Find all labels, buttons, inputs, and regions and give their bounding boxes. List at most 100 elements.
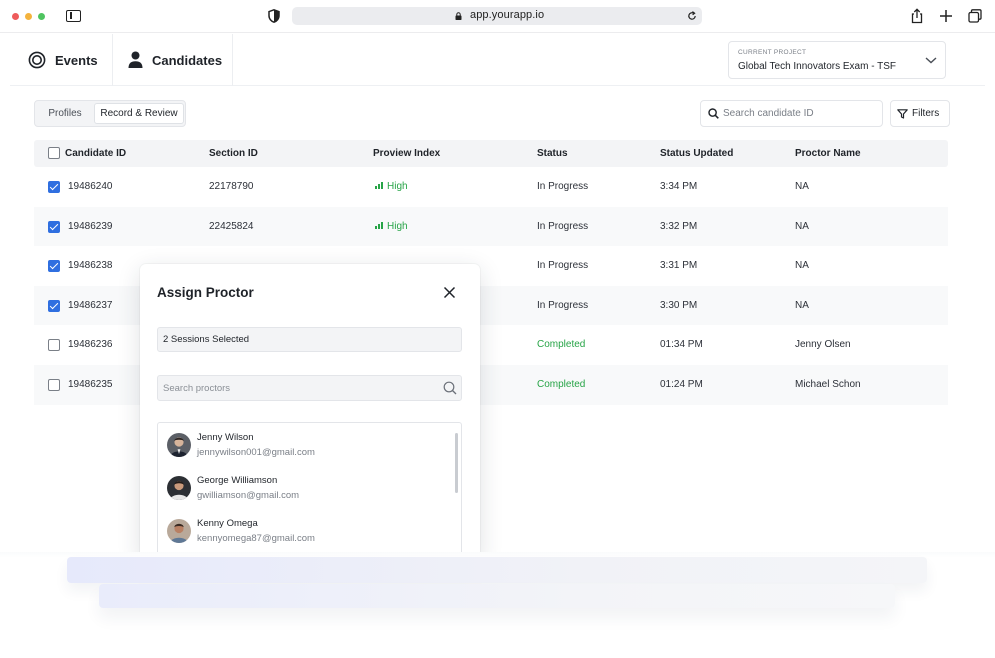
candidate-id: 19486239 [68, 220, 113, 232]
table-row[interactable]: 19486240 22178790 High In Progress 3:34 … [34, 167, 948, 207]
proctor-item[interactable]: George Williamson gwilliamson@gmail.com [158, 472, 453, 514]
proctor-name: Jenny Wilson [197, 432, 254, 443]
proctor-search [157, 375, 462, 401]
tab-events-label: Events [55, 52, 98, 68]
project-value: Global Tech Innovators Exam - TSF [738, 61, 897, 72]
stacked-card-shadow [67, 557, 927, 583]
candidate-id: 19486237 [68, 299, 113, 311]
section-id: 22178790 [209, 181, 254, 192]
status-text: In Progress [537, 299, 589, 311]
proctor-name: Kenny Omega [197, 518, 258, 529]
signal-bars-icon [375, 221, 383, 229]
status-updated: 3:34 PM [660, 181, 698, 192]
new-tab-icon[interactable] [938, 8, 954, 24]
proctor-list: Jenny Wilson jennywilson001@gmail.com Ge… [157, 422, 462, 560]
tab-candidates[interactable]: Candidates [128, 34, 222, 86]
candidate-search [700, 100, 883, 127]
candidate-id: 19486238 [68, 260, 113, 272]
view-switcher: Profiles Record & Review [34, 100, 186, 127]
shield-icon[interactable] [268, 9, 280, 23]
tab-events[interactable]: Events [28, 34, 98, 86]
assign-proctor-dialog: Assign Proctor 2 Sessions Selected Jenny… [140, 264, 480, 560]
person-icon [128, 51, 143, 68]
proctor-item[interactable]: Jenny Wilson jennywilson001@gmail.com [158, 429, 453, 471]
address-bar[interactable]: app.yourapp.io [292, 7, 702, 25]
avatar-icon [167, 476, 191, 500]
segment-record-review[interactable]: Record & Review [94, 103, 184, 124]
proctor-name: Michael Schon [795, 379, 861, 390]
status-updated: 01:24 PM [660, 379, 703, 390]
signal-bars-icon [375, 182, 383, 189]
proview-index-label: High [387, 181, 408, 192]
proctor-search-input[interactable] [163, 379, 433, 397]
section-id: 22425824 [209, 220, 254, 232]
candidate-id: 19486236 [68, 339, 113, 351]
status-text: In Progress [537, 181, 589, 192]
proctor-name: Jenny Olsen [795, 339, 851, 351]
minimize-window-button[interactable] [25, 13, 32, 20]
filter-icon [897, 109, 908, 119]
share-icon[interactable] [909, 8, 925, 24]
search-icon [708, 108, 719, 119]
filters-label: Filters [912, 108, 940, 119]
project-select[interactable]: CURRENT PROJECT Global Tech Innovators E… [728, 41, 946, 79]
tab-overview-icon[interactable] [967, 8, 983, 24]
segment-profiles[interactable]: Profiles [37, 103, 93, 124]
status-text: Completed [537, 339, 586, 351]
target-icon [28, 51, 46, 69]
column-header: Status Updated [660, 148, 734, 159]
url-text: app.yourapp.io [470, 9, 545, 21]
proctor-email: kennyomega87@gmail.com [197, 533, 315, 544]
status-text: Completed [537, 379, 586, 390]
filters-button[interactable]: Filters [890, 100, 950, 127]
close-icon[interactable] [443, 286, 456, 299]
status-updated: 01:34 PM [660, 339, 703, 351]
stacked-card-shadow [99, 584, 895, 608]
status-updated: 3:32 PM [660, 220, 698, 232]
row-checkbox[interactable] [48, 379, 60, 391]
proctor-email: jennywilson001@gmail.com [197, 447, 315, 458]
row-checkbox[interactable] [48, 220, 60, 233]
avatar-icon [167, 433, 191, 457]
column-header: Candidate ID [65, 148, 127, 159]
tab-divider [232, 34, 233, 86]
row-checkbox[interactable] [48, 339, 60, 352]
close-window-button[interactable] [12, 13, 19, 20]
search-icon [443, 381, 457, 395]
proctor-name: George Williamson [197, 475, 278, 486]
proctor-item[interactable]: Kenny Omega kennyomega87@gmail.com [158, 515, 453, 557]
zoom-window-button[interactable] [38, 13, 45, 20]
list-scrollbar[interactable] [455, 433, 458, 493]
reload-icon[interactable] [687, 11, 697, 21]
app-header: Events Candidates CURRENT PROJECT Global… [10, 34, 985, 86]
sidebar-toggle-icon[interactable] [66, 10, 81, 22]
proview-index: High [375, 221, 408, 232]
dialog-title: Assign Proctor [157, 285, 254, 300]
column-header: Proview Index [373, 148, 441, 159]
select-all-checkbox[interactable] [48, 147, 60, 159]
row-checkbox[interactable] [48, 260, 60, 273]
proctor-email: gwilliamson@gmail.com [197, 490, 300, 501]
proview-index-label: High [387, 220, 408, 232]
tab-candidates-label: Candidates [152, 52, 223, 68]
chevron-down-icon [925, 57, 937, 64]
proview-index: High [375, 181, 408, 192]
status-updated: 3:30 PM [660, 299, 698, 311]
proctor-name: NA [795, 220, 809, 232]
table-row[interactable]: 19486239 22425824 High In Progress 3:32 … [34, 206, 948, 247]
proctor-name: NA [795, 181, 809, 192]
selected-sessions: 2 Sessions Selected [157, 327, 462, 352]
proctor-name: NA [795, 299, 809, 311]
candidate-id: 19486235 [68, 379, 113, 390]
table-header: Candidate ID Section ID Proview Index St… [34, 140, 948, 167]
row-checkbox[interactable] [48, 299, 60, 312]
column-header: Proctor Name [795, 148, 861, 159]
tab-divider [112, 34, 113, 86]
avatar-icon [167, 519, 191, 543]
search-input[interactable] [723, 104, 878, 123]
status-text: In Progress [537, 260, 589, 272]
row-checkbox[interactable] [48, 181, 60, 193]
status-text: In Progress [537, 220, 589, 232]
candidate-id: 19486240 [68, 181, 113, 192]
column-header: Status [537, 148, 568, 159]
